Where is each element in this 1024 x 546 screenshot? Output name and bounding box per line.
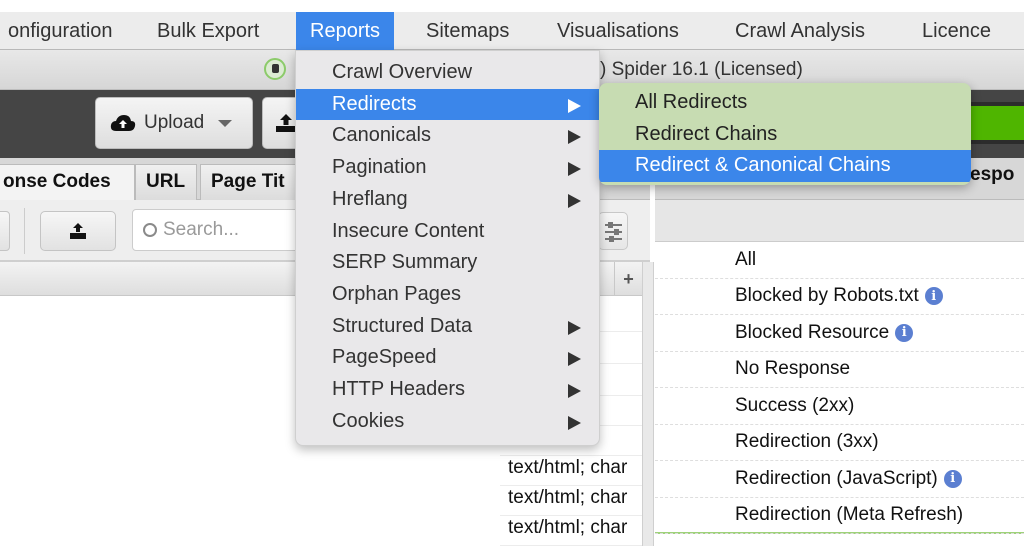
filter-dropdown-button[interactable] [0, 211, 10, 251]
tab-page-titles[interactable]: Page Tit [200, 164, 310, 200]
menu-item-label: Hreflang [332, 187, 408, 210]
menu-configuration[interactable]: onfiguration [0, 12, 127, 50]
menu-item-label: Canonicals [332, 124, 431, 147]
right-panel-toolbar [655, 200, 1024, 242]
search-input[interactable]: Search... [132, 209, 302, 251]
submenu-item-all-redirects[interactable]: All Redirects [599, 87, 971, 119]
table-cell-content-type[interactable]: text/html; char [500, 510, 642, 546]
filter-label: Blocked by Robots.txt [735, 285, 919, 307]
upload-label: Upload [144, 112, 205, 133]
menu-item-pagination[interactable]: Pagination [296, 152, 599, 184]
submenu-item-redirect-chains[interactable]: Redirect Chains [599, 119, 971, 151]
divider [24, 208, 25, 254]
tab-response-codes-right[interactable]: espo [970, 164, 1014, 186]
chevron-down-icon [218, 119, 233, 127]
filter-label: Redirection (JavaScript) [735, 467, 938, 489]
submenu-arrow-icon [568, 384, 581, 398]
filter-label: Redirection (Meta Refresh) [735, 504, 964, 526]
menu-licence[interactable]: Licence [908, 12, 1005, 50]
menu-bar: onfiguration Bulk Export Reports Sitemap… [0, 12, 1024, 50]
menu-reports[interactable]: Reports [296, 12, 395, 50]
menu-item-orphan-pages[interactable]: Orphan Pages [296, 279, 599, 311]
submenu-arrow-icon [568, 130, 581, 145]
reports-menu: Crawl Overview Redirects Canonicals Pagi… [295, 50, 600, 446]
info-icon[interactable]: i [895, 323, 914, 342]
menu-item-label: Insecure Content [332, 219, 485, 242]
filter-item-blocked-resource[interactable]: Blocked Resource i [655, 315, 1024, 352]
menu-item-pagespeed[interactable]: PageSpeed [296, 342, 599, 374]
submenu-arrow-icon [568, 193, 581, 208]
redirects-submenu: All Redirects Redirect Chains Redirect &… [599, 83, 971, 185]
submenu-item-redirect-canonical-chains[interactable]: Redirect & Canonical Chains [599, 150, 971, 182]
filter-label: No Response [735, 358, 851, 380]
panel-splitter[interactable] [642, 262, 654, 546]
menu-item-label: HTTP Headers [332, 378, 466, 400]
add-column-button[interactable]: + [614, 262, 642, 296]
menu-bulk-export[interactable]: Bulk Export [143, 12, 273, 50]
filter-item-no-response[interactable]: No Response [655, 352, 1024, 388]
menu-item-redirects[interactable]: Redirects [296, 88, 599, 121]
menu-item-label: Redirects [332, 92, 417, 115]
filter-label: All [735, 248, 757, 270]
menu-item-canonicals[interactable]: Canonicals [296, 120, 599, 152]
tab-response-codes[interactable]: onse Codes [0, 164, 135, 200]
submenu-arrow-icon [568, 352, 581, 367]
filter-item-redirection-3xx[interactable]: Redirection (3xx) [655, 425, 1024, 461]
menu-item-serp-summary[interactable]: SERP Summary [296, 247, 599, 279]
menu-sitemaps[interactable]: Sitemaps [412, 12, 523, 50]
filter-label: Blocked Resource [735, 321, 890, 343]
filter-label: Redirection (3xx) [735, 431, 879, 453]
menu-item-crawl-overview[interactable]: Crawl Overview [296, 57, 599, 89]
menu-item-label: Crawl Overview [332, 61, 473, 83]
filter-item-blocked-by-robots[interactable]: Blocked by Robots.txt i [655, 279, 1024, 315]
menu-item-structured-data[interactable]: Structured Data [296, 311, 599, 343]
cloud-upload-icon [110, 115, 136, 131]
search-placeholder: Search... [163, 219, 240, 240]
menu-visualisations[interactable]: Visualisations [543, 12, 693, 50]
menu-item-cookies[interactable]: Cookies [296, 406, 599, 438]
upload-button[interactable]: Upload [95, 97, 253, 149]
menu-item-label: Cookies [332, 409, 405, 432]
submenu-arrow-icon [568, 320, 581, 335]
info-icon[interactable]: i [924, 287, 943, 306]
submenu-arrow-icon [568, 162, 581, 177]
menu-item-label: Structured Data [332, 314, 473, 337]
info-icon[interactable]: i [943, 469, 962, 488]
filter-label: Success (2xx) [735, 394, 855, 416]
export-table-button[interactable] [40, 211, 116, 251]
response-code-filter-list: All Blocked by Robots.txt i Blocked Resou… [655, 242, 1024, 534]
spider-logo-icon [264, 58, 286, 80]
column-settings-button[interactable] [598, 212, 628, 250]
menu-item-label: Pagination [332, 156, 427, 179]
menu-item-label: Orphan Pages [332, 282, 461, 305]
tab-url[interactable]: URL [135, 164, 197, 200]
filter-item-all[interactable]: All [655, 242, 1024, 279]
menu-item-insecure-content[interactable]: Insecure Content [296, 216, 599, 248]
submenu-arrow-icon [568, 98, 581, 113]
menu-crawl-analysis[interactable]: Crawl Analysis [721, 12, 879, 50]
export-icon [70, 223, 86, 239]
filter-item-success-2xx[interactable]: Success (2xx) [655, 388, 1024, 425]
menu-item-http-headers[interactable]: HTTP Headers [296, 374, 599, 406]
filter-item-redirection-javascript[interactable]: Redirection (JavaScript) i [655, 461, 1024, 498]
submenu-arrow-icon [568, 415, 581, 430]
menu-item-label: SERP Summary [332, 251, 478, 274]
menu-item-label: PageSpeed [332, 346, 437, 369]
menu-item-hreflang[interactable]: Hreflang [296, 184, 599, 216]
export-icon [276, 114, 296, 132]
filter-item-redirection-meta-refresh[interactable]: Redirection (Meta Refresh) [655, 498, 1024, 534]
search-icon [143, 223, 157, 237]
